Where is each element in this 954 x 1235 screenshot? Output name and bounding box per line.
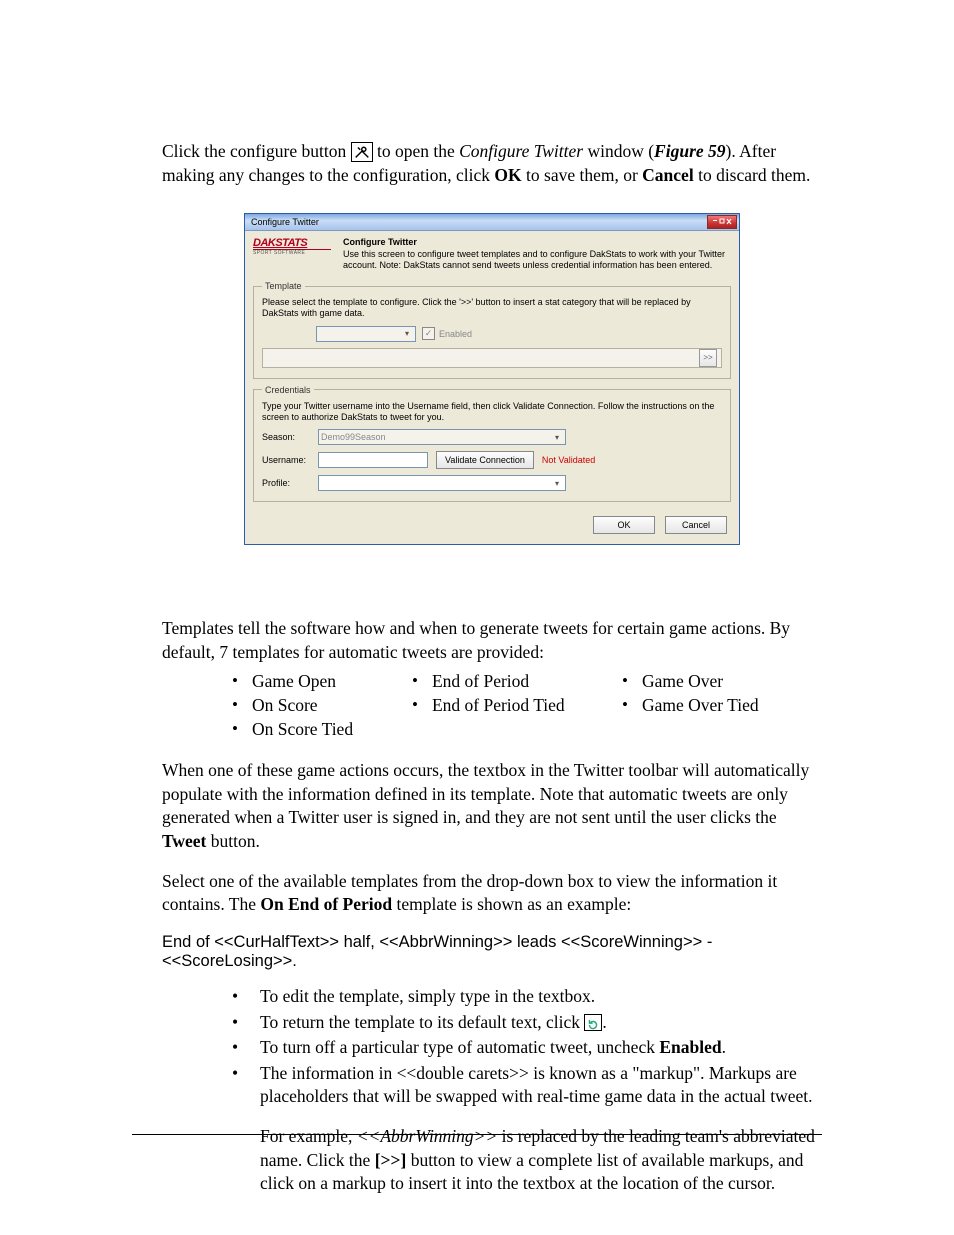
- list-item: To turn off a particular type of automat…: [232, 1036, 822, 1060]
- paragraph: Select one of the available templates fr…: [162, 870, 822, 917]
- window-header: DAKSTATS SPORT SOFTWARE Configure Twitte…: [245, 231, 739, 275]
- template-desc: Please select the template to configure.…: [262, 297, 722, 320]
- enabled-checkbox[interactable]: ✓ Enabled: [422, 327, 472, 340]
- text: to discard them.: [694, 165, 811, 185]
- season-value: Demo99Season: [321, 432, 386, 442]
- template-example: End of <<CurHalfText>> half, <<AbbrWinni…: [162, 933, 822, 971]
- profile-select[interactable]: ▾: [318, 475, 566, 491]
- list-item: •End of Period: [412, 670, 622, 694]
- template-textbox[interactable]: >>: [262, 348, 722, 368]
- ok-button[interactable]: OK: [593, 516, 655, 534]
- list-item: •On Score: [232, 694, 412, 718]
- list-item: •Game Over: [622, 670, 759, 694]
- list-item: The information in <<double carets>> is …: [232, 1062, 822, 1109]
- configure-tools-icon: [351, 142, 373, 162]
- validation-status: Not Validated: [542, 455, 595, 465]
- text: to save them, or: [522, 165, 643, 185]
- paragraph: When one of these game actions occurs, t…: [162, 759, 822, 854]
- insert-markup-button[interactable]: >>: [699, 349, 717, 367]
- credentials-group: Credentials Type your Twitter username i…: [253, 385, 731, 503]
- list-item: •On Score Tied: [232, 718, 412, 742]
- reset-icon: [584, 1014, 602, 1031]
- text: window (: [583, 141, 654, 161]
- profile-label: Profile:: [262, 478, 310, 488]
- list-item: To edit the template, simply type in the…: [232, 985, 822, 1009]
- dakstats-logo: DAKSTATS SPORT SOFTWARE: [253, 237, 331, 271]
- list-item: To return the template to its default te…: [232, 1011, 822, 1035]
- list-item: •End of Period Tied: [412, 694, 622, 718]
- figure-ref: Figure 59: [654, 141, 725, 161]
- chevron-down-icon: ▾: [551, 433, 563, 442]
- template-select[interactable]: ▾: [316, 326, 416, 342]
- logo-text: DAKSTATS: [253, 237, 331, 250]
- configure-twitter-window: Configure Twitter DAKSTATS SPORT SOFTWAR…: [244, 213, 740, 545]
- season-select[interactable]: Demo99Season ▾: [318, 429, 566, 445]
- chevron-down-icon: ▾: [551, 479, 563, 488]
- group-legend: Credentials: [262, 385, 314, 395]
- username-label: Username:: [262, 455, 310, 465]
- chevron-down-icon: ▾: [401, 329, 413, 338]
- close-icon[interactable]: [707, 215, 737, 229]
- footer-rule: [132, 1134, 822, 1135]
- text-emphasis: Configure Twitter: [459, 141, 583, 161]
- logo-subtext: SPORT SOFTWARE: [253, 250, 331, 256]
- window-title: Configure Twitter: [251, 217, 707, 227]
- group-legend: Template: [262, 281, 305, 291]
- username-field[interactable]: [318, 452, 428, 468]
- templates-intro: Templates tell the software how and when…: [162, 617, 822, 664]
- template-group: Template Please select the template to c…: [253, 281, 731, 379]
- text-bold: Cancel: [642, 165, 694, 185]
- header-title: Configure Twitter: [343, 237, 731, 248]
- header-desc: Use this screen to configure tweet templ…: [343, 249, 731, 272]
- text: Click the configure button: [162, 141, 351, 161]
- intro-paragraph: Click the configure button to open the C…: [162, 140, 822, 187]
- list-item: •Game Open: [232, 670, 412, 694]
- season-label: Season:: [262, 432, 310, 442]
- instruction-list: To edit the template, simply type in the…: [162, 985, 822, 1109]
- checkbox-label: Enabled: [439, 329, 472, 339]
- text: to open the: [373, 141, 460, 161]
- titlebar: Configure Twitter: [245, 214, 739, 231]
- final-paragraph: For example, <<AbbrWinning>> is replaced…: [260, 1125, 822, 1196]
- list-item: •Game Over Tied: [622, 694, 759, 718]
- cancel-button[interactable]: Cancel: [665, 516, 727, 534]
- template-list: •Game Open •On Score •On Score Tied •End…: [232, 670, 822, 741]
- validate-connection-button[interactable]: Validate Connection: [436, 451, 534, 469]
- text-bold: OK: [494, 165, 521, 185]
- credentials-desc: Type your Twitter username into the User…: [262, 401, 722, 424]
